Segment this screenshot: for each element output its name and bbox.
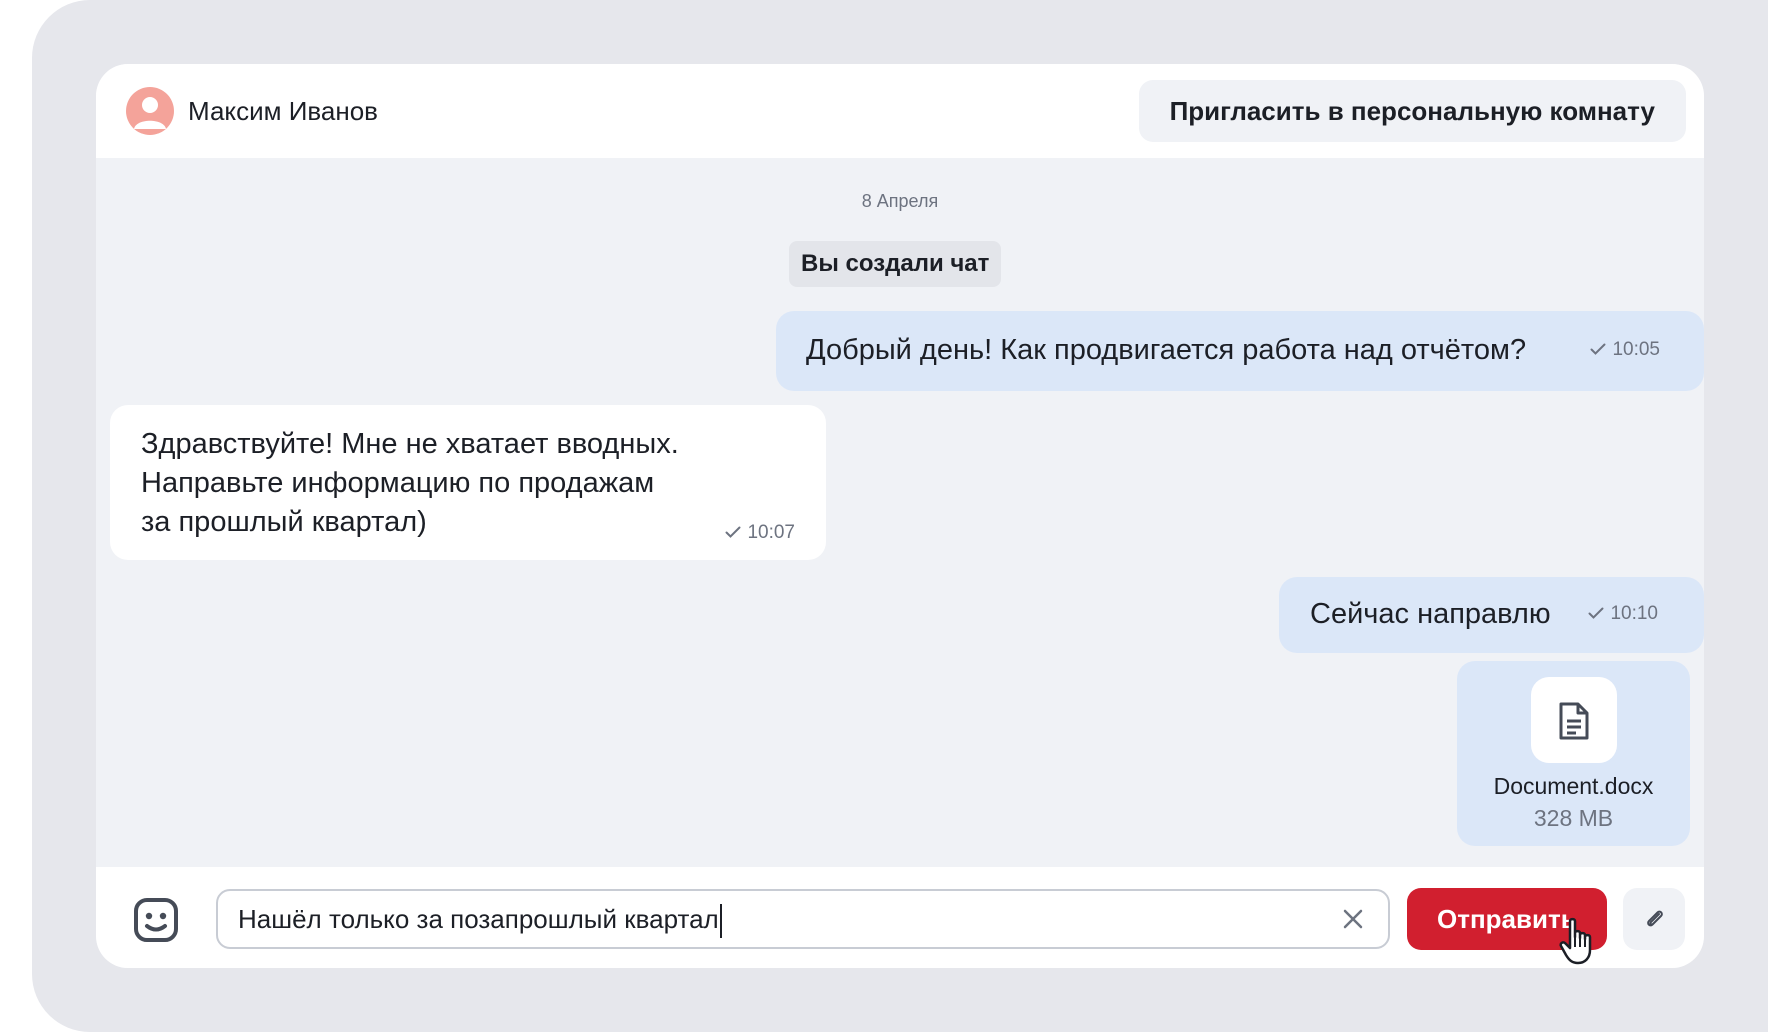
clear-input-button[interactable]	[1340, 906, 1366, 932]
message-outgoing[interactable]: Сейчас направлю 10:10	[1279, 577, 1704, 653]
close-icon	[1343, 909, 1363, 929]
hand-cursor-icon	[1559, 917, 1592, 965]
message-meta: 10:05	[1590, 339, 1660, 361]
message-text: Сейчас направлю	[1310, 598, 1551, 630]
smiley-icon	[134, 898, 178, 942]
chat-header: Максим Иванов Пригласить в персональную …	[96, 64, 1704, 158]
paperclip-icon	[1647, 910, 1663, 927]
message-time: 10:05	[1612, 339, 1660, 360]
message-input-field[interactable]: Нашёл только за позапрошлый квартал	[216, 889, 1390, 949]
check-icon	[725, 526, 741, 538]
check-icon	[1588, 607, 1604, 619]
message-input[interactable]: Нашёл только за позапрошлый квартал	[238, 899, 1308, 939]
message-time: 10:07	[747, 522, 795, 543]
text-caret	[719, 904, 722, 939]
file-icon-box	[1531, 677, 1617, 763]
message-outgoing[interactable]: Добрый день! Как продвигается работа над…	[776, 311, 1704, 391]
emoji-button[interactable]	[132, 896, 180, 944]
message-time: 10:10	[1610, 603, 1658, 624]
message-incoming[interactable]: Здравствуйте! Мне не хватает вводных. На…	[110, 405, 826, 560]
attach-file-button[interactable]	[1623, 888, 1685, 950]
message-text: Здравствуйте! Мне не хватает вводных. На…	[141, 428, 679, 538]
message-input-value: Нашёл только за позапрошлый квартал	[238, 904, 719, 934]
user-silhouette-icon	[134, 97, 166, 129]
invite-to-room-button[interactable]: Пригласить в персональную комнату	[1138, 80, 1686, 142]
document-icon	[1559, 702, 1589, 740]
composer: Нашёл только за позапрошлый квартал Отпр…	[96, 867, 1704, 968]
file-attachment[interactable]: Document.docx 328 MB	[1457, 661, 1690, 846]
message-meta: 10:10	[1588, 603, 1658, 625]
message-text: Добрый день! Как продвигается работа над…	[806, 334, 1527, 366]
contact-name: Максим Иванов	[188, 96, 378, 126]
date-divider: 8 Апреля	[861, 191, 939, 211]
avatar[interactable]	[126, 87, 174, 135]
message-meta: 10:07	[725, 522, 795, 544]
file-name: Document.docx	[1493, 773, 1654, 799]
check-icon	[1590, 343, 1606, 355]
file-size: 328 MB	[1533, 805, 1614, 831]
system-message: Вы создали чат	[789, 241, 1002, 287]
chat-window: Максим Иванов Пригласить в персональную …	[96, 64, 1704, 968]
